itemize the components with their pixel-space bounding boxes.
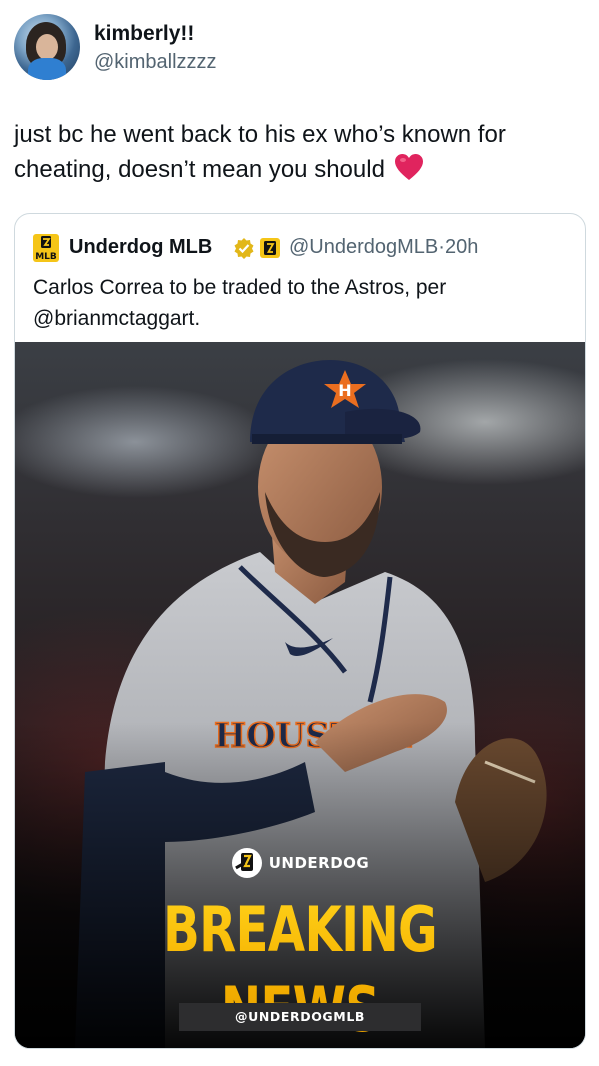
tweet-header: kimberly!! @kimballzzzz	[14, 14, 585, 84]
underdog-mlb-avatar-icon[interactable]: MLB	[33, 234, 59, 262]
timestamp[interactable]: 20h	[445, 236, 478, 258]
underdog-brand: UNDERDOG	[15, 847, 585, 879]
red-heart-icon	[394, 153, 424, 191]
separator: ·	[438, 236, 445, 258]
quoted-display-name[interactable]: Underdog MLB	[69, 236, 212, 259]
affiliate-badge-icon	[259, 237, 281, 265]
underdog-logo-icon	[231, 848, 262, 878]
author-handle[interactable]: @kimballzzzz	[94, 51, 217, 74]
quoted-tweet-text: Carlos Correa to be traded to the Astros…	[33, 276, 447, 330]
svg-text:H: H	[338, 381, 351, 400]
quoted-handle-time: @UnderdogMLB·20h	[289, 236, 478, 259]
quoted-handle[interactable]: @UnderdogMLB	[289, 236, 438, 258]
verified-badge-icon	[233, 237, 255, 265]
media-handle-label: @UNDERDOGMLB	[179, 1003, 421, 1031]
tweet-text: just bc he went back to his ex who’s kno…	[14, 121, 506, 183]
tweet-body: just bc he went back to his ex who’s kno…	[14, 117, 574, 191]
author-display-name[interactable]: kimberly!!	[94, 22, 194, 46]
quoted-tweet-card[interactable]: MLB Underdog MLB @UnderdogMLB·20h Carlos…	[14, 213, 586, 1049]
avatar[interactable]	[14, 14, 80, 80]
brand-text: UNDERDOG	[268, 854, 370, 872]
media-image[interactable]: H HOUSTON UNDER	[15, 342, 585, 1048]
svg-text:MLB: MLB	[35, 252, 57, 262]
